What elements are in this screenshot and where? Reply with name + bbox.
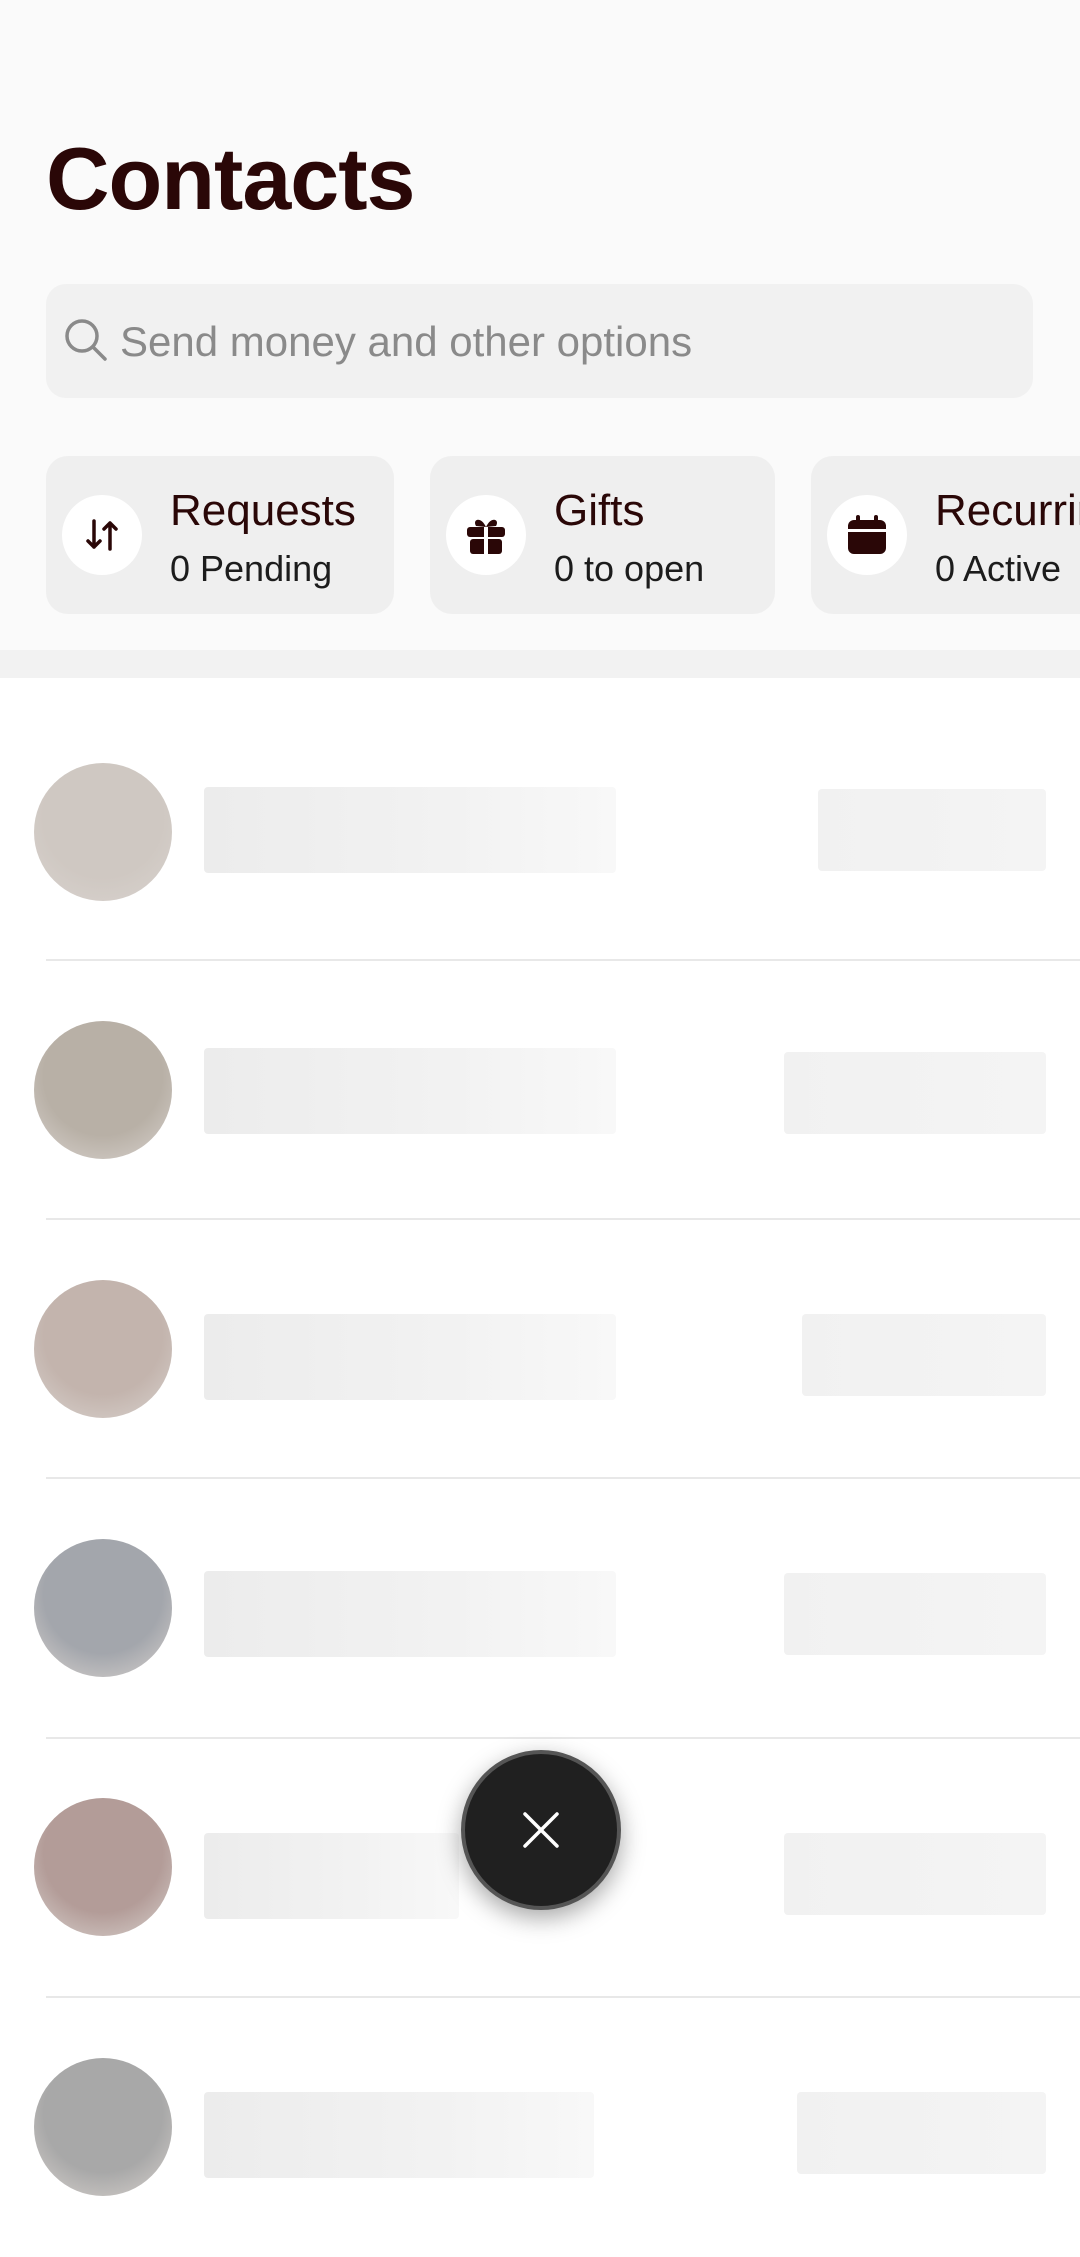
- search-bar[interactable]: [46, 284, 1033, 400]
- value-placeholder: [802, 1314, 1046, 1396]
- page-title: Contacts: [46, 129, 415, 228]
- contact-row[interactable]: [0, 1220, 1080, 1479]
- gifts-chip-subtitle: 0 to open: [554, 548, 705, 589]
- avatar: [34, 763, 172, 901]
- value-placeholder: [818, 789, 1046, 871]
- gift-icon: [467, 519, 505, 554]
- recurring-chip-subtitle: 0 Active: [935, 548, 1062, 589]
- value-placeholder: [797, 2092, 1046, 2174]
- gifts-chip-title: Gifts: [554, 486, 645, 535]
- recurring-chip-title: Recurring: [935, 486, 1080, 535]
- avatar: [34, 1798, 172, 1936]
- close-icon: [523, 1812, 559, 1848]
- arrows-up-down-icon: [86, 519, 118, 551]
- requests-chip[interactable]: Requests 0 Pending: [46, 456, 394, 614]
- requests-chip-subtitle: 0 Pending: [170, 548, 333, 589]
- name-placeholder: [204, 787, 616, 873]
- name-placeholder: [204, 1833, 459, 1919]
- search-icon: [65, 319, 107, 361]
- avatar: [34, 1539, 172, 1677]
- avatar: [34, 1021, 172, 1159]
- contact-row[interactable]: [0, 1479, 1080, 1738]
- search-input[interactable]: [118, 284, 1002, 400]
- chip-icon-container: [827, 495, 907, 575]
- name-placeholder: [204, 2092, 594, 2178]
- name-placeholder: [204, 1314, 616, 1400]
- gifts-chip[interactable]: Gifts 0 to open: [430, 456, 775, 614]
- contact-row[interactable]: [0, 961, 1080, 1220]
- requests-chip-title: Requests: [170, 486, 356, 535]
- section-divider: [0, 650, 1080, 678]
- avatar: [34, 1280, 172, 1418]
- value-placeholder: [784, 1833, 1046, 1915]
- contact-row[interactable]: [0, 1998, 1080, 2257]
- recurring-chip[interactable]: Recurring 0 Active: [811, 456, 1080, 614]
- value-placeholder: [784, 1052, 1046, 1134]
- name-placeholder: [204, 1048, 616, 1134]
- chip-icon-container: [446, 495, 526, 575]
- avatar: [34, 2058, 172, 2196]
- contact-row[interactable]: [0, 701, 1080, 960]
- value-placeholder: [784, 1573, 1046, 1655]
- chip-icon-container: [62, 495, 142, 575]
- close-button[interactable]: [461, 1750, 621, 1910]
- name-placeholder: [204, 1571, 616, 1657]
- calendar-icon: [848, 515, 886, 554]
